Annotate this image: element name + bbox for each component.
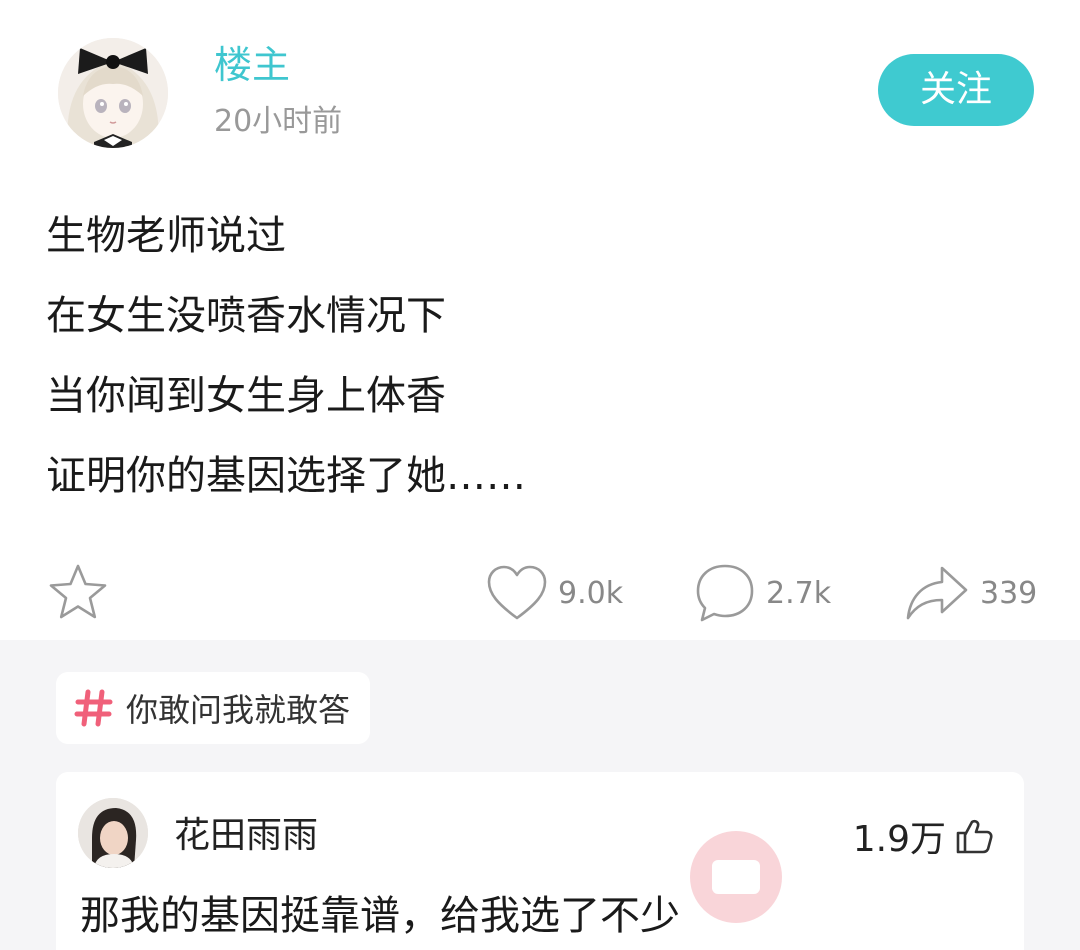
post-action-bar: 9.0k 2.7k 339 (0, 555, 1080, 631)
post-time: 20小时前 (214, 104, 343, 139)
comment-like-count: 1.9万 (852, 819, 946, 860)
like-count: 9.0k (558, 575, 624, 611)
post-card: 楼主 20小时前 关注 生物老师说过 在女生没喷香水情况下 当你闻到女生身上体香… (0, 0, 1080, 640)
comment-card: 花田雨雨 1.9万 那我的基因挺靠谱，给我选了不少 (56, 772, 1024, 950)
star-icon (49, 564, 107, 619)
comment-bubble-icon (696, 564, 754, 622)
post-body: 生物老师说过 在女生没喷香水情况下 当你闻到女生身上体香 证明你的基因选择了她…… (46, 196, 1026, 516)
watermark-stamp (690, 831, 782, 923)
share-arrow-icon (906, 566, 968, 620)
topic-label: 你敢问我就敢答 (126, 691, 351, 729)
avatar-illustration (58, 38, 168, 148)
thumbs-up-icon (956, 819, 993, 854)
author-avatar[interactable] (58, 38, 168, 148)
post-line: 生物老师说过 (46, 213, 286, 259)
hashtag-icon (74, 689, 113, 727)
topic-chip[interactable]: 你敢问我就敢答 (56, 672, 371, 744)
avatar-photo (78, 798, 148, 868)
share-count: 339 (980, 575, 1038, 611)
post-line: 在女生没喷香水情况下 (46, 293, 446, 339)
post-line: 当你闻到女生身上体香 (46, 373, 446, 419)
heart-icon (487, 565, 547, 620)
favorite-button[interactable] (46, 555, 110, 631)
post-line: 证明你的基因选择了她…… (46, 453, 526, 499)
author-name[interactable]: 楼主 (214, 40, 290, 90)
commenter-name[interactable]: 花田雨雨 (174, 812, 318, 860)
share-button[interactable]: 339 (904, 555, 1037, 631)
comment-like-button[interactable]: 1.9万 (853, 810, 994, 862)
like-button[interactable]: 9.0k (486, 555, 623, 631)
commenter-avatar[interactable] (78, 798, 148, 868)
follow-button[interactable]: 关注 (878, 54, 1034, 126)
comment-button[interactable]: 2.7k (694, 555, 831, 631)
comment-text: 那我的基因挺靠谱，给我选了不少 (80, 893, 680, 939)
comment-count: 2.7k (766, 575, 832, 611)
